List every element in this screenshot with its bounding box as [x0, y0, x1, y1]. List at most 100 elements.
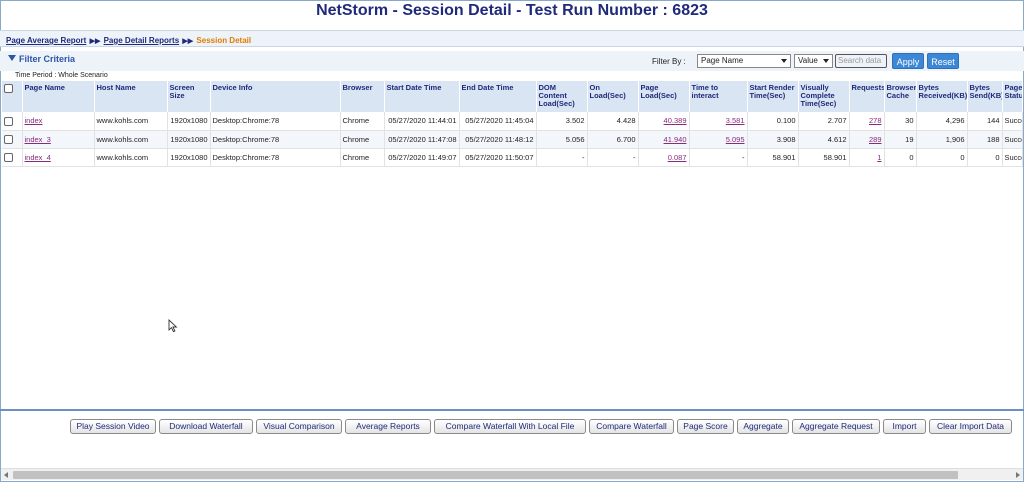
chevron-down-icon [781, 59, 787, 63]
start-date-cell: 05/27/2020 11:44:01 [384, 112, 460, 131]
column-header[interactable]: On Load(Sec) [587, 81, 639, 112]
page-load-link[interactable]: 0.087 [668, 153, 687, 162]
import-button[interactable]: Import [883, 419, 926, 434]
browser-cell: Chrome [340, 130, 385, 149]
scroll-left-arrow-icon[interactable] [4, 472, 8, 478]
host-name-cell: www.kohls.com [94, 148, 168, 167]
page-load-link[interactable]: 40.389 [664, 116, 687, 125]
row-checkbox[interactable] [4, 116, 13, 126]
collapse-triangle-icon [8, 55, 16, 61]
page-score-button[interactable]: Page Score [677, 419, 734, 434]
bytes-received-cell: 0 [916, 148, 968, 167]
time-to-interact-link[interactable]: 3.581 [726, 116, 745, 125]
on-load-cell: 4.428 [587, 112, 639, 131]
start-render-cell: 3.908 [747, 130, 799, 149]
requests-cell: 278 [849, 112, 885, 131]
breadcrumb-page-detail-reports[interactable]: Page Detail Reports [104, 36, 180, 45]
visual-comparison-button[interactable]: Visual Comparison [256, 419, 342, 434]
filter-field-value: Page Name [701, 56, 744, 65]
start-date-cell: 05/27/2020 11:47:08 [384, 130, 460, 149]
bytes-received-cell: 1,906 [916, 130, 968, 149]
scroll-right-arrow-icon[interactable] [1016, 472, 1020, 478]
column-header[interactable]: Start Render Time(Sec) [747, 81, 799, 112]
average-reports-button[interactable]: Average Reports [345, 419, 431, 434]
column-header[interactable]: Browser [340, 81, 385, 112]
requests-link[interactable]: 1 [877, 153, 881, 162]
column-header[interactable]: Start Date Time [384, 81, 460, 112]
filter-by-label: Filter By : [652, 57, 686, 66]
time-to-interact-cell: 3.581 [689, 112, 748, 131]
device-info-cell: Desktop:Chrome:78 [210, 112, 341, 131]
filter-value-value: Value [798, 56, 818, 65]
page-status-cell: Success [1002, 112, 1023, 131]
host-name-cell: www.kohls.com [94, 112, 168, 131]
screen-size-cell: 1920x1080 [167, 130, 211, 149]
row-checkbox[interactable] [4, 152, 13, 162]
table-header-row: Page Name Host Name Screen Size Device I… [2, 81, 1023, 112]
horizontal-scrollbar[interactable] [1, 468, 1023, 480]
row-select-cell [2, 148, 23, 167]
scrollbar-thumb[interactable] [13, 471, 958, 479]
column-header[interactable]: Page Load(Sec) [638, 81, 690, 112]
compare-waterfall-local-file-button[interactable]: Compare Waterfall With Local File [434, 419, 586, 434]
on-load-cell: 6.700 [587, 130, 639, 149]
row-checkbox[interactable] [4, 134, 13, 144]
page-load-cell: 41.940 [638, 130, 690, 149]
page-load-link[interactable]: 41.940 [664, 135, 687, 144]
page-load-cell: 0.087 [638, 148, 690, 167]
aggregate-button[interactable]: Aggregate [737, 419, 789, 434]
apply-button[interactable]: Apply [892, 53, 924, 69]
mouse-pointer-icon [168, 319, 178, 333]
column-header[interactable]: Bytes Received(KB) [916, 81, 968, 112]
column-header[interactable]: Requests [849, 81, 885, 112]
requests-cell: 289 [849, 130, 885, 149]
screen-size-cell: 1920x1080 [167, 148, 211, 167]
start-date-cell: 05/27/2020 11:49:07 [384, 148, 460, 167]
requests-link[interactable]: 289 [869, 135, 882, 144]
column-header[interactable]: Bytes Send(KB) [967, 81, 1003, 112]
aggregate-request-button[interactable]: Aggregate Request [792, 419, 880, 434]
reset-button[interactable]: Reset [927, 53, 959, 69]
column-header[interactable]: Host Name [94, 81, 168, 112]
column-header[interactable]: Page Name [22, 81, 95, 112]
bytes-send-cell: 144 [967, 112, 1003, 131]
column-header[interactable]: Device Info [210, 81, 341, 112]
column-header[interactable]: DOM Content Load(Sec) [536, 81, 588, 112]
requests-cell: 1 [849, 148, 885, 167]
row-select-cell [2, 112, 23, 131]
row-select-cell [2, 130, 23, 149]
breadcrumb-separator-icon: ▶▶ [89, 38, 101, 45]
session-detail-table: Page Name Host Name Screen Size Device I… [2, 81, 1023, 167]
column-header[interactable]: End Date Time [459, 81, 537, 112]
end-date-cell: 05/27/2020 11:48:12 [459, 130, 537, 149]
filter-field-select[interactable]: Page Name [697, 54, 791, 68]
page-name-cell: index_4 [22, 148, 95, 167]
column-header[interactable]: Page Status [1002, 81, 1023, 112]
column-header[interactable]: Time to interact [689, 81, 748, 112]
play-session-video-button[interactable]: Play Session Video [70, 419, 156, 434]
page-status-cell: Success [1002, 148, 1023, 167]
page-name-link[interactable]: index_4 [25, 153, 51, 162]
select-all-checkbox[interactable] [4, 84, 13, 93]
compare-waterfall-button[interactable]: Compare Waterfall [589, 419, 674, 434]
clear-import-data-button[interactable]: Clear Import Data [929, 419, 1012, 434]
download-waterfall-button[interactable]: Download Waterfall [159, 419, 253, 434]
on-load-cell: - [587, 148, 639, 167]
page-load-cell: 40.389 [638, 112, 690, 131]
filter-value-select[interactable]: Value [794, 54, 833, 68]
filter-criteria-toggle[interactable]: Filter Criteria [8, 54, 75, 64]
page-name-link[interactable]: index [25, 116, 43, 125]
time-period-label: Time Period : Whole Scenario [15, 72, 108, 79]
column-header[interactable]: Visually Complete Time(Sec) [798, 81, 850, 112]
column-header[interactable]: Screen Size [167, 81, 211, 112]
page-name-link[interactable]: index_3 [25, 135, 51, 144]
time-to-interact-link[interactable]: 5.095 [726, 135, 745, 144]
filter-criteria-title: Filter Criteria [19, 54, 76, 64]
search-input[interactable]: Search data [835, 54, 887, 68]
breadcrumb-page-average-report[interactable]: Page Average Report [6, 36, 86, 45]
column-header[interactable]: Browser Cache [884, 81, 917, 112]
browser-cache-cell: 19 [884, 130, 917, 149]
requests-link[interactable]: 278 [869, 116, 882, 125]
screen-size-cell: 1920x1080 [167, 112, 211, 131]
page-name-cell: index_3 [22, 130, 95, 149]
